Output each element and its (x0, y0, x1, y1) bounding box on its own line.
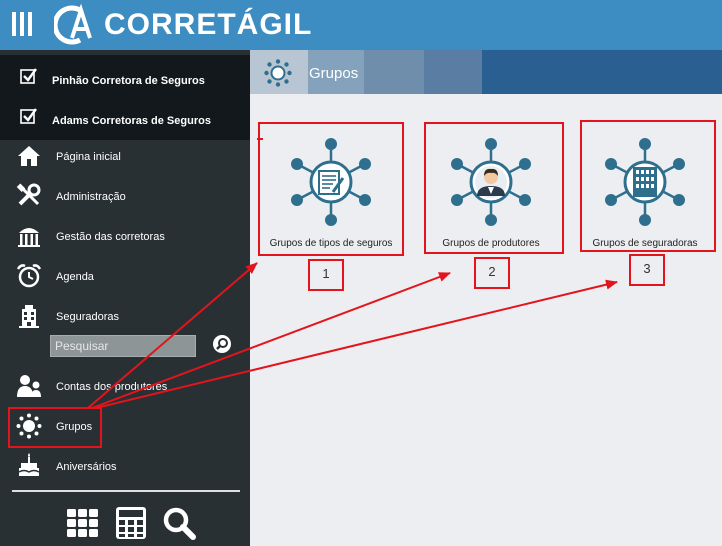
search-icon[interactable] (162, 506, 196, 540)
annotation-box-2 (424, 122, 564, 254)
sidebar-broker-pinhao[interactable]: Pinhão Corretora de Seguros (0, 55, 250, 100)
page-title: Grupos (309, 65, 359, 82)
sidebar-item-administration[interactable]: Administração (0, 178, 250, 214)
home-icon (18, 146, 40, 166)
page-title-tab[interactable]: Grupos (308, 50, 364, 94)
calculator-icon[interactable] (114, 506, 148, 540)
checkbox-checked-icon[interactable] (20, 67, 38, 85)
sidebar-item-agenda[interactable]: Agenda (0, 258, 250, 294)
sidebar-item-label: Aniversários (56, 461, 117, 473)
alarm-clock-icon (16, 264, 42, 288)
brand-name: CORRETÁGIL (104, 8, 313, 41)
annotation-number-2: 2 (474, 257, 510, 289)
tools-icon (16, 183, 41, 206)
sidebar-item-label: Gestão das corretoras (56, 231, 165, 243)
sidebar-item-label: Contas dos produtores (56, 381, 168, 393)
top-bar: CORRETÁGIL (0, 0, 722, 50)
insurer-search-input[interactable] (50, 335, 196, 357)
annotation-number-1: 1 (308, 259, 344, 291)
sidebar-broker-adams[interactable]: Adams Corretoras de Seguros (0, 95, 250, 140)
sidebar-item-broker-management[interactable]: Gestão das corretoras (0, 218, 250, 254)
sidebar-item-label: Administração (56, 191, 126, 203)
sidebar-item-insurers[interactable]: Seguradoras (0, 298, 250, 334)
sidebar-item-label: Agenda (56, 271, 94, 283)
sidebar-item-label: Seguradoras (56, 311, 119, 323)
bank-icon (18, 228, 40, 247)
cake-icon (18, 453, 40, 476)
annotation-number-3: 3 (629, 254, 665, 286)
groups-icon (264, 59, 292, 87)
brand-logo (54, 4, 92, 45)
building-icon (19, 305, 39, 328)
sidebar-item-label: Página inicial (56, 151, 121, 163)
annotation-tick (257, 138, 263, 140)
checkbox-checked-icon[interactable] (20, 107, 38, 125)
annotation-box-1 (258, 122, 404, 256)
header-tab[interactable] (424, 50, 482, 94)
header-tab[interactable] (364, 50, 424, 94)
sidebar-divider (12, 490, 240, 492)
broker-label: Pinhão Corretora de Seguros (52, 75, 205, 87)
grid-icon[interactable] (66, 506, 100, 540)
annotation-box-3 (580, 120, 716, 252)
sidebar-item-producer-accounts[interactable]: Contas dos produtores (0, 368, 250, 404)
annotation-box-groups (8, 407, 102, 448)
sidebar-item-birthdays[interactable]: Aniversários (0, 448, 250, 484)
sidebar: Pinhão Corretora de Seguros Adams Corret… (0, 50, 250, 546)
page-header-icon-box (250, 50, 308, 94)
menu-bars-icon[interactable] (12, 12, 34, 36)
search-icon[interactable] (212, 334, 232, 354)
sidebar-item-home[interactable]: Página inicial (0, 138, 250, 174)
broker-label: Adams Corretoras de Seguros (52, 115, 211, 127)
users-icon (17, 375, 41, 397)
